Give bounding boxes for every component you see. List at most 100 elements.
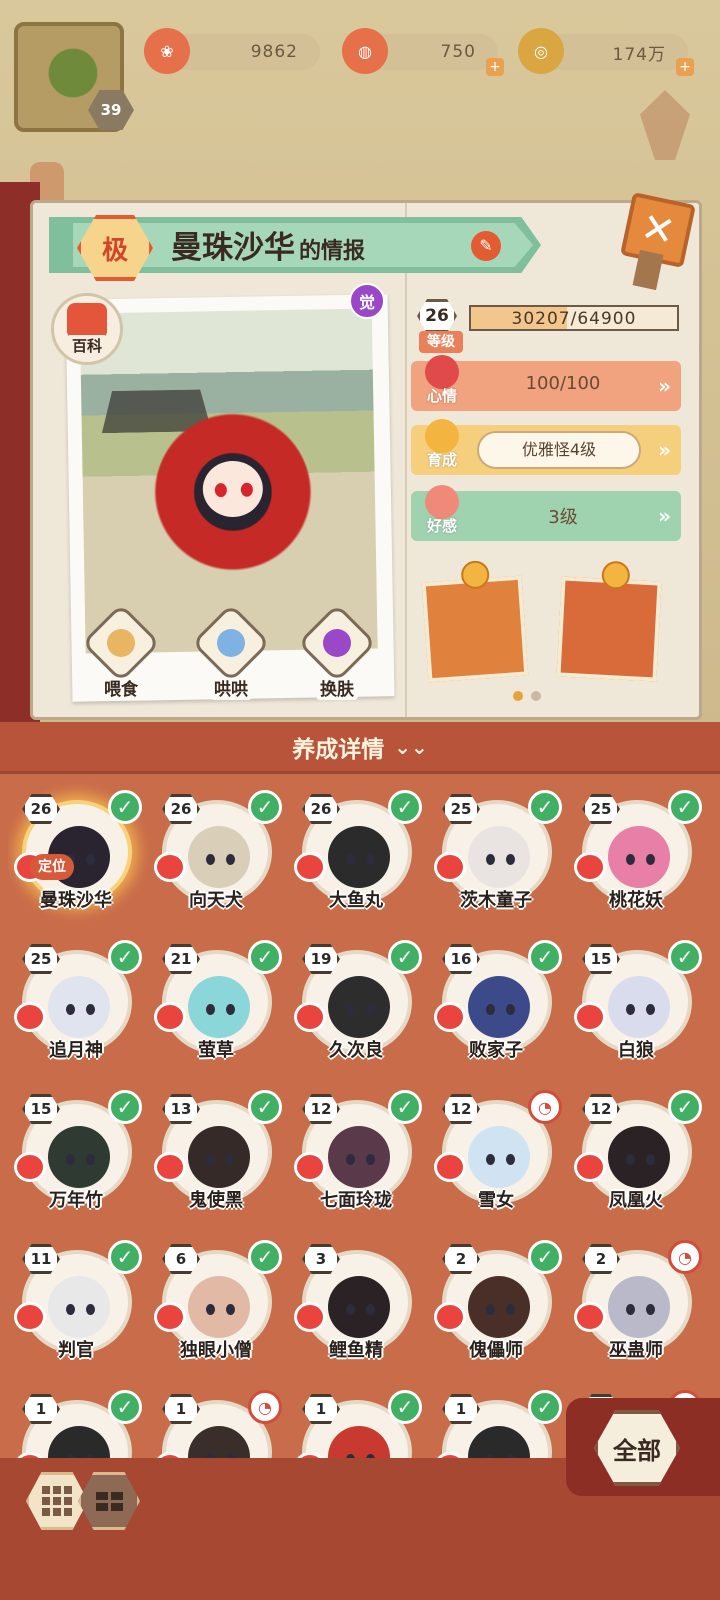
noodle-icon: ◍ (342, 28, 388, 74)
character-cell[interactable]: 25 追月神 ✓ (8, 932, 144, 1082)
character-name: 巫蛊师 (609, 1340, 663, 1361)
character-eye (486, 1154, 495, 1165)
mood-stat[interactable]: 心情 100/100 » (411, 355, 681, 411)
character-cell[interactable]: 26 向天犬 ✓ (148, 782, 284, 932)
encyclopedia-button[interactable]: 百科 (51, 293, 123, 365)
add-stamina-button[interactable]: + (486, 58, 504, 76)
character-eye (66, 1304, 75, 1315)
character-eye (226, 854, 235, 865)
character-head (468, 1276, 530, 1338)
panel-title: 养成详情 (292, 736, 385, 763)
character-eye (226, 1004, 235, 1015)
character-eye (86, 854, 95, 865)
level-number: 26 (417, 299, 457, 333)
character-head (468, 826, 530, 888)
lock-icon: ◔ (528, 1090, 562, 1124)
check-icon: ✓ (528, 1390, 562, 1424)
character-head (48, 1126, 110, 1188)
character-name: 万年竹 (49, 1190, 103, 1211)
coin-resource[interactable]: ◎ 174万 + (518, 28, 694, 76)
character-name: 鲤鱼精 (329, 1340, 383, 1361)
character-cell[interactable]: 2 傀儡师 ✓ (428, 1232, 564, 1382)
character-eye (366, 1154, 375, 1165)
character-cell[interactable]: 2 巫蛊师 ◔ (568, 1232, 704, 1382)
character-cell[interactable]: 3 鲤鱼精 (288, 1232, 424, 1382)
character-eye (206, 1004, 215, 1015)
memory-card-locked[interactable] (556, 560, 662, 682)
character-name: 久次良 (329, 1040, 383, 1061)
pin-icon (460, 559, 491, 590)
character-cell[interactable]: 25 桃花妖 ✓ (568, 782, 704, 932)
heart-icon (14, 1152, 46, 1182)
coax-button[interactable]: 哄哄 (191, 603, 271, 705)
skin-icon (323, 629, 351, 657)
level-stat: 26 等级 30207/64900 (411, 299, 681, 353)
memory-card[interactable] (421, 559, 529, 683)
growth-value: 优雅怪4级 (477, 431, 641, 469)
flower-icon (425, 485, 459, 519)
character-eye (626, 1154, 635, 1165)
character-eye (366, 1004, 375, 1015)
character-eye (346, 1154, 355, 1165)
character-name: 茨木童子 (460, 890, 532, 911)
character-cell[interactable]: 16 败家子 ✓ (428, 932, 564, 1082)
check-icon: ✓ (388, 940, 422, 974)
character-eye (646, 1304, 655, 1315)
character-cell[interactable]: 12 雪女 ◔ (428, 1082, 564, 1232)
page-dot (531, 691, 541, 701)
locate-badge[interactable]: 定位 (30, 854, 74, 880)
character-cell[interactable]: 6 独眼小僧 ✓ (148, 1232, 284, 1382)
character-cell[interactable]: 21 萤草 ✓ (148, 932, 284, 1082)
heart-icon (294, 1152, 326, 1182)
character-cell[interactable]: 26 曼珠沙华 ✓ 定位 (8, 782, 144, 932)
affinity-stat[interactable]: 好感 3级 » (411, 485, 681, 541)
character-eye (226, 1304, 235, 1315)
character-cell[interactable]: 12 凤凰火 ✓ (568, 1082, 704, 1232)
heart-icon (574, 1002, 606, 1032)
character-head (608, 1276, 670, 1338)
growth-stat[interactable]: 育成 优雅怪4级 » (411, 419, 681, 475)
character-cell[interactable]: 12 七面玲珑 ✓ (288, 1082, 424, 1232)
add-coin-button[interactable]: + (676, 58, 694, 76)
check-icon: ✓ (248, 1090, 282, 1124)
feed-button[interactable]: 喂食 (81, 603, 161, 705)
character-head (608, 1126, 670, 1188)
check-icon: ✓ (388, 1090, 422, 1124)
check-icon: ✓ (108, 940, 142, 974)
character-cell[interactable]: 15 白狼 ✓ (568, 932, 704, 1082)
character-eye (346, 1304, 355, 1315)
character-cell[interactable]: 13 鬼使黑 ✓ (148, 1082, 284, 1232)
character-cell[interactable]: 25 茨木童子 ✓ (428, 782, 564, 932)
check-icon: ✓ (388, 790, 422, 824)
character-eye (206, 1154, 215, 1165)
character-name: 桃花妖 (609, 890, 663, 911)
character-name: 鬼使黑 (189, 1190, 243, 1211)
sakura-coin-icon: ❀ (144, 28, 190, 74)
character-name: 独眼小僧 (180, 1340, 252, 1361)
character-name: 曼珠沙华 (40, 890, 112, 911)
list-view-icon (95, 1491, 123, 1511)
character-eye (626, 1004, 635, 1015)
panel-header[interactable]: 养成详情 ⌄⌄ (0, 722, 720, 774)
character-cell[interactable]: 26 大鱼丸 ✓ (288, 782, 424, 932)
title-suffix: 的情报 (299, 239, 366, 264)
check-icon: ✓ (388, 1390, 422, 1424)
character-name: 向天犬 (189, 890, 243, 911)
character-cell[interactable]: 19 久次良 ✓ (288, 932, 424, 1082)
character-name: 曼珠沙华 (171, 230, 295, 266)
character-name: 七面玲珑 (320, 1190, 392, 1211)
smiley-icon (425, 419, 459, 453)
awaken-badge[interactable]: 觉 (349, 283, 385, 319)
stamina-resource[interactable]: ◍ 750 + (342, 28, 504, 76)
character-head (468, 976, 530, 1038)
edit-icon[interactable]: ✎ (471, 231, 501, 261)
character-eye (506, 1154, 515, 1165)
character-cell[interactable]: 15 万年竹 ✓ (8, 1082, 144, 1232)
heart-icon (434, 852, 466, 882)
chevron-right-icon: » (658, 438, 671, 462)
sakura-resource[interactable]: ❀ 9862 (144, 28, 320, 74)
change-skin-button[interactable]: 换肤 (297, 603, 377, 705)
character-name: 萤草 (198, 1040, 234, 1061)
character-cell[interactable]: 11 判官 ✓ (8, 1232, 144, 1382)
page-divider (405, 203, 407, 717)
